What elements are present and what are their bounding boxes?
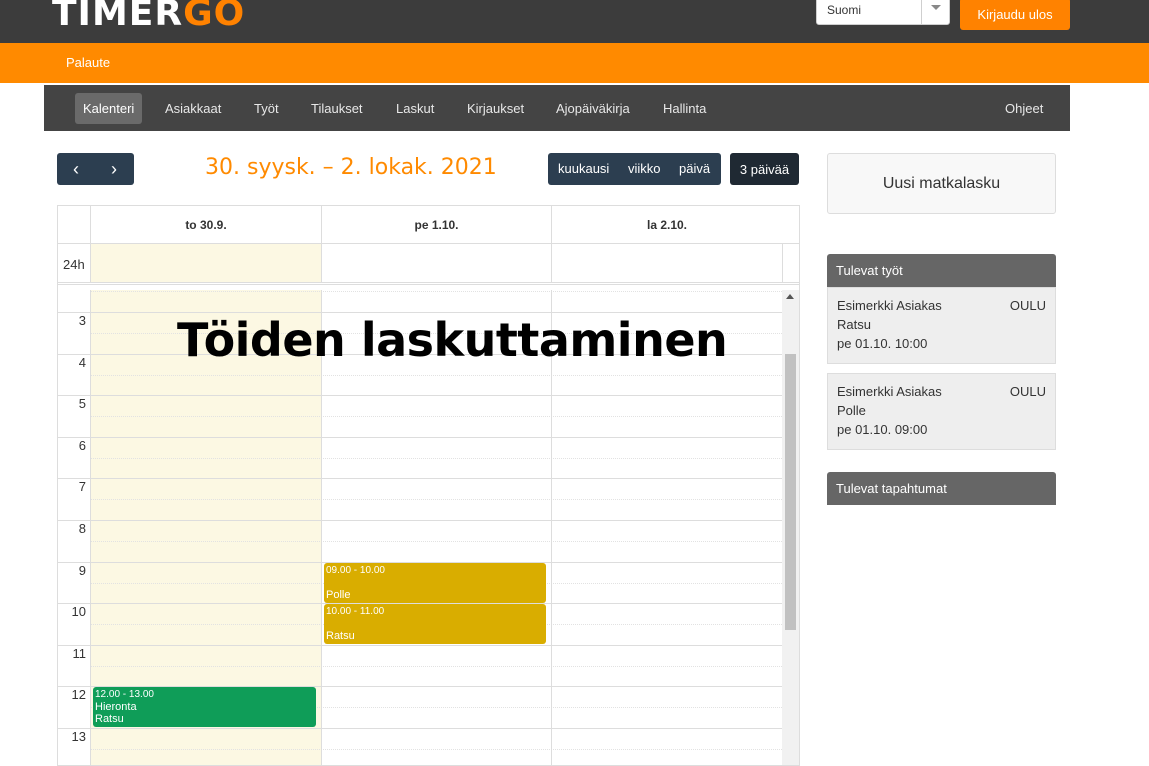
hour-line — [58, 395, 782, 396]
scroll-up-icon[interactable] — [786, 294, 794, 299]
job-time: pe 01.10. 10:00 — [837, 336, 928, 351]
calendar-header-row: to 30.9. pe 1.10. la 2.10. — [58, 206, 799, 244]
hour-line — [58, 437, 782, 438]
job-customer: Esimerkki Asiakas — [837, 298, 942, 313]
feedback-bar: Palaute — [0, 43, 1149, 83]
nav-item-tyot[interactable]: Työt — [246, 93, 287, 124]
event-spacer — [326, 577, 544, 589]
upcoming-job-card[interactable]: Esimerkki Asiakas OULU Ratsu pe 01.10. 1… — [827, 287, 1056, 364]
chevron-left-icon[interactable]: ‹ — [57, 153, 95, 185]
calendar-event[interactable]: 09.00 - 10.00 Polle — [324, 563, 546, 603]
nav-item-ajopaivakirja[interactable]: Ajopäiväkirja — [548, 93, 638, 124]
logout-button[interactable]: Kirjaudu ulos — [960, 0, 1070, 30]
event-title: Hieronta — [95, 701, 137, 713]
hour-label: 12 — [71, 687, 86, 702]
nav-item-laskut[interactable]: Laskut — [388, 93, 442, 124]
half-hour-line — [90, 749, 782, 750]
event-subtitle: Ratsu — [95, 713, 124, 725]
nav-item-tilaukset[interactable]: Tilaukset — [303, 93, 371, 124]
upcoming-events-header: Tulevat tapahtumat — [827, 472, 1056, 505]
language-select[interactable]: Suomi — [816, 0, 950, 25]
hour-label: 4 — [78, 355, 86, 370]
hour-line — [58, 645, 782, 646]
main-nav: Kalenteri Asiakkaat Työt Tilaukset Lasku… — [44, 85, 1070, 131]
nav-item-ohjeet[interactable]: Ohjeet — [997, 93, 1051, 124]
grid-line — [782, 244, 783, 282]
view-day-button[interactable]: päivä — [679, 161, 710, 176]
upcoming-jobs-header: Tulevat työt — [827, 254, 1056, 287]
chevron-right-icon[interactable]: › — [95, 153, 133, 185]
event-time: 10.00 - 11.00 — [326, 606, 385, 617]
hour-label: 13 — [71, 729, 86, 744]
allday-label: 24h — [63, 257, 85, 272]
logo-text-timer: TIMER — [52, 0, 184, 34]
grid-line — [90, 244, 91, 282]
allday-row: 24h — [58, 244, 799, 285]
event-time: 09.00 - 10.00 — [326, 565, 385, 576]
grid-line — [551, 244, 552, 282]
half-hour-line — [90, 458, 782, 459]
half-hour-line — [90, 375, 782, 376]
upcoming-job-card[interactable]: Esimerkki Asiakas OULU Polle pe 01.10. 0… — [827, 373, 1056, 450]
language-select-value: Suomi — [827, 3, 862, 17]
new-travel-invoice-button[interactable]: Uusi matkalasku — [827, 153, 1056, 214]
view-month-button[interactable]: kuukausi — [558, 161, 609, 176]
calendar-event[interactable]: 12.00 - 13.00 Hieronta Ratsu — [93, 687, 316, 727]
hour-label: 8 — [78, 521, 86, 536]
hour-label: 3 — [78, 313, 86, 328]
event-time: 12.00 - 13.00 — [95, 689, 154, 700]
nav-item-asiakkaat[interactable]: Asiakkaat — [157, 93, 229, 124]
half-hour-line — [90, 291, 782, 293]
hour-line — [58, 728, 782, 729]
job-time: pe 01.10. 09:00 — [837, 422, 928, 437]
overlay-caption: Töiden laskuttaminen — [177, 313, 728, 367]
half-hour-line — [90, 499, 782, 500]
half-hour-line — [90, 541, 782, 542]
nav-item-hallinta[interactable]: Hallinta — [655, 93, 714, 124]
hour-line — [58, 520, 782, 521]
half-hour-line — [90, 416, 782, 417]
event-subtitle: Polle — [326, 589, 351, 601]
job-horse: Ratsu — [837, 317, 871, 332]
half-hour-line — [90, 666, 782, 667]
hour-label: 5 — [78, 396, 86, 411]
view-switcher: kuukausi viikko päivä — [548, 153, 721, 185]
hour-label: 10 — [71, 604, 86, 619]
column-header-day[interactable]: la 2.10. — [551, 206, 782, 244]
nav-item-kalenteri[interactable]: Kalenteri — [75, 93, 143, 124]
scrollbar-thumb[interactable] — [785, 354, 796, 630]
job-horse: Polle — [837, 403, 866, 418]
view-3day-button[interactable]: 3 päivää — [730, 153, 799, 185]
date-nav-buttons: ‹ › — [57, 153, 134, 185]
grid-line — [321, 244, 322, 282]
timergo-logo[interactable]: TIMERGO — [52, 0, 245, 34]
grid-line — [90, 290, 91, 765]
logo-text-go: GO — [183, 0, 246, 34]
top-bar: TIMERGO Suomi Kirjaudu ulos — [0, 0, 1149, 43]
hour-label: 11 — [72, 646, 87, 661]
hour-label: 9 — [78, 563, 86, 578]
nav-item-kirjaukset[interactable]: Kirjaukset — [459, 93, 532, 124]
job-customer: Esimerkki Asiakas — [837, 384, 942, 399]
column-header-day[interactable]: pe 1.10. — [321, 206, 551, 244]
hour-label: 6 — [78, 438, 86, 453]
view-week-button[interactable]: viikko — [628, 161, 661, 176]
date-range-title: 30. syysk. – 2. lokak. 2021 — [205, 155, 497, 180]
event-subtitle: Ratsu — [326, 630, 355, 642]
calendar-event[interactable]: 10.00 - 11.00 Ratsu — [324, 604, 546, 644]
today-allday-cell[interactable] — [90, 244, 321, 282]
hour-label: 7 — [78, 479, 86, 494]
job-city: OULU — [1009, 298, 1046, 313]
job-city: OULU — [1009, 384, 1046, 399]
chevron-down-icon[interactable] — [921, 0, 949, 24]
event-spacer — [326, 618, 544, 630]
hour-line — [58, 478, 782, 479]
calendar-grid: to 30.9. pe 1.10. la 2.10. 24h 3 4 5 6 7 8 9 10… — [57, 205, 800, 766]
feedback-link[interactable]: Palaute — [66, 55, 110, 70]
column-header-day[interactable]: to 30.9. — [90, 206, 321, 244]
